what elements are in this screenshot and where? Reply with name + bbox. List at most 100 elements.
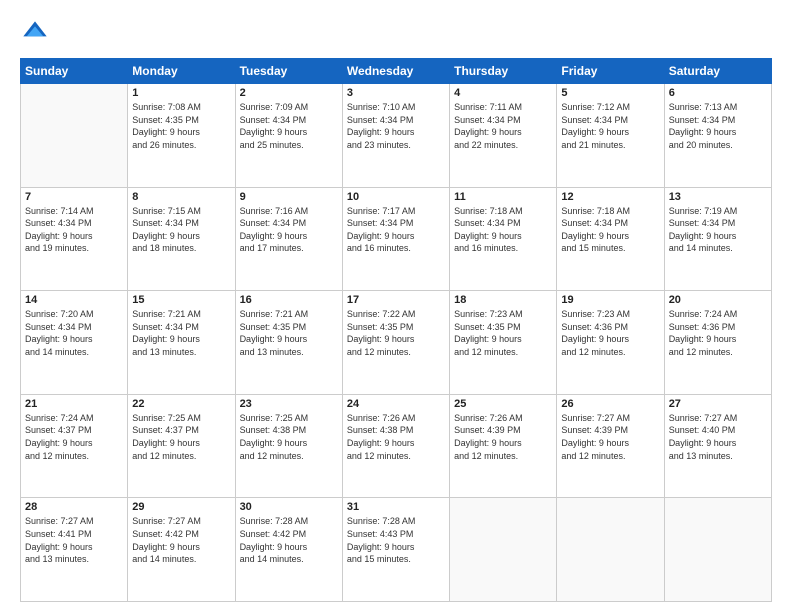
calendar-cell <box>557 498 664 602</box>
day-number: 1 <box>132 87 230 99</box>
calendar-week-row: 1 Sunrise: 7:08 AM Sunset: 4:35 PM Daylig… <box>21 84 772 188</box>
calendar-cell: 14 Sunrise: 7:20 AM Sunset: 4:34 PM Dayli… <box>21 291 128 395</box>
calendar-cell: 1 Sunrise: 7:08 AM Sunset: 4:35 PM Daylig… <box>128 84 235 188</box>
day-info: Sunrise: 7:25 AM Sunset: 4:37 PM Dayligh… <box>132 412 230 462</box>
day-info: Sunrise: 7:14 AM Sunset: 4:34 PM Dayligh… <box>25 205 123 255</box>
day-info: Sunrise: 7:09 AM Sunset: 4:34 PM Dayligh… <box>240 101 338 151</box>
day-number: 30 <box>240 501 338 513</box>
weekday-header-saturday: Saturday <box>664 59 771 84</box>
day-number: 10 <box>347 191 445 203</box>
day-info: Sunrise: 7:25 AM Sunset: 4:38 PM Dayligh… <box>240 412 338 462</box>
day-info: Sunrise: 7:28 AM Sunset: 4:42 PM Dayligh… <box>240 515 338 565</box>
header <box>20 18 772 48</box>
day-info: Sunrise: 7:21 AM Sunset: 4:34 PM Dayligh… <box>132 308 230 358</box>
calendar-table: SundayMondayTuesdayWednesdayThursdayFrid… <box>20 58 772 602</box>
day-number: 17 <box>347 294 445 306</box>
day-number: 25 <box>454 398 552 410</box>
day-info: Sunrise: 7:17 AM Sunset: 4:34 PM Dayligh… <box>347 205 445 255</box>
day-number: 6 <box>669 87 767 99</box>
calendar-cell: 20 Sunrise: 7:24 AM Sunset: 4:36 PM Dayli… <box>664 291 771 395</box>
day-number: 27 <box>669 398 767 410</box>
day-info: Sunrise: 7:18 AM Sunset: 4:34 PM Dayligh… <box>561 205 659 255</box>
day-number: 29 <box>132 501 230 513</box>
day-number: 4 <box>454 87 552 99</box>
day-number: 13 <box>669 191 767 203</box>
calendar-cell <box>450 498 557 602</box>
weekday-header-monday: Monday <box>128 59 235 84</box>
day-number: 31 <box>347 501 445 513</box>
day-info: Sunrise: 7:26 AM Sunset: 4:38 PM Dayligh… <box>347 412 445 462</box>
day-info: Sunrise: 7:20 AM Sunset: 4:34 PM Dayligh… <box>25 308 123 358</box>
day-number: 20 <box>669 294 767 306</box>
calendar-week-row: 28 Sunrise: 7:27 AM Sunset: 4:41 PM Dayli… <box>21 498 772 602</box>
day-info: Sunrise: 7:24 AM Sunset: 4:37 PM Dayligh… <box>25 412 123 462</box>
day-number: 3 <box>347 87 445 99</box>
day-info: Sunrise: 7:24 AM Sunset: 4:36 PM Dayligh… <box>669 308 767 358</box>
day-number: 15 <box>132 294 230 306</box>
day-number: 12 <box>561 191 659 203</box>
calendar-cell <box>21 84 128 188</box>
calendar-cell: 30 Sunrise: 7:28 AM Sunset: 4:42 PM Dayli… <box>235 498 342 602</box>
day-number: 16 <box>240 294 338 306</box>
day-info: Sunrise: 7:27 AM Sunset: 4:41 PM Dayligh… <box>25 515 123 565</box>
day-info: Sunrise: 7:27 AM Sunset: 4:40 PM Dayligh… <box>669 412 767 462</box>
day-info: Sunrise: 7:08 AM Sunset: 4:35 PM Dayligh… <box>132 101 230 151</box>
day-number: 21 <box>25 398 123 410</box>
calendar-cell: 21 Sunrise: 7:24 AM Sunset: 4:37 PM Dayli… <box>21 394 128 498</box>
day-info: Sunrise: 7:15 AM Sunset: 4:34 PM Dayligh… <box>132 205 230 255</box>
calendar-cell: 27 Sunrise: 7:27 AM Sunset: 4:40 PM Dayli… <box>664 394 771 498</box>
day-info: Sunrise: 7:27 AM Sunset: 4:42 PM Dayligh… <box>132 515 230 565</box>
day-number: 2 <box>240 87 338 99</box>
day-number: 19 <box>561 294 659 306</box>
calendar-cell: 19Sunrise: 7:23 AM Sunset: 4:36 PM Dayli… <box>557 291 664 395</box>
calendar-cell: 7 Sunrise: 7:14 AM Sunset: 4:34 PM Daylig… <box>21 187 128 291</box>
calendar-cell: 26 Sunrise: 7:27 AM Sunset: 4:39 PM Dayli… <box>557 394 664 498</box>
calendar-cell: 10 Sunrise: 7:17 AM Sunset: 4:34 PM Dayli… <box>342 187 449 291</box>
calendar-cell <box>664 498 771 602</box>
calendar-cell: 6 Sunrise: 7:13 AM Sunset: 4:34 PM Daylig… <box>664 84 771 188</box>
day-number: 23 <box>240 398 338 410</box>
calendar-cell: 22 Sunrise: 7:25 AM Sunset: 4:37 PM Dayli… <box>128 394 235 498</box>
weekday-header-tuesday: Tuesday <box>235 59 342 84</box>
calendar-cell: 12 Sunrise: 7:18 AM Sunset: 4:34 PM Dayli… <box>557 187 664 291</box>
weekday-header-sunday: Sunday <box>21 59 128 84</box>
day-number: 8 <box>132 191 230 203</box>
day-info: Sunrise: 7:26 AM Sunset: 4:39 PM Dayligh… <box>454 412 552 462</box>
calendar-cell: 13 Sunrise: 7:19 AM Sunset: 4:34 PM Dayli… <box>664 187 771 291</box>
logo <box>20 18 54 48</box>
day-info: Sunrise: 7:18 AM Sunset: 4:34 PM Dayligh… <box>454 205 552 255</box>
calendar-cell: 31 Sunrise: 7:28 AM Sunset: 4:43 PM Dayli… <box>342 498 449 602</box>
day-number: 18 <box>454 294 552 306</box>
day-info: Sunrise: 7:23 AM Sunset: 4:35 PM Dayligh… <box>454 308 552 358</box>
day-info: Sunrise: 7:22 AM Sunset: 4:35 PM Dayligh… <box>347 308 445 358</box>
calendar-week-row: 7 Sunrise: 7:14 AM Sunset: 4:34 PM Daylig… <box>21 187 772 291</box>
calendar-cell: 3 Sunrise: 7:10 AM Sunset: 4:34 PM Daylig… <box>342 84 449 188</box>
day-info: Sunrise: 7:16 AM Sunset: 4:34 PM Dayligh… <box>240 205 338 255</box>
page: SundayMondayTuesdayWednesdayThursdayFrid… <box>0 0 792 612</box>
calendar-cell: 29 Sunrise: 7:27 AM Sunset: 4:42 PM Dayli… <box>128 498 235 602</box>
day-number: 26 <box>561 398 659 410</box>
day-number: 28 <box>25 501 123 513</box>
day-info: Sunrise: 7:27 AM Sunset: 4:39 PM Dayligh… <box>561 412 659 462</box>
day-info: Sunrise: 7:21 AM Sunset: 4:35 PM Dayligh… <box>240 308 338 358</box>
day-info: Sunrise: 7:11 AM Sunset: 4:34 PM Dayligh… <box>454 101 552 151</box>
day-info: Sunrise: 7:28 AM Sunset: 4:43 PM Dayligh… <box>347 515 445 565</box>
day-info: Sunrise: 7:10 AM Sunset: 4:34 PM Dayligh… <box>347 101 445 151</box>
day-number: 24 <box>347 398 445 410</box>
day-info: Sunrise: 7:13 AM Sunset: 4:34 PM Dayligh… <box>669 101 767 151</box>
calendar-cell: 8 Sunrise: 7:15 AM Sunset: 4:34 PM Daylig… <box>128 187 235 291</box>
calendar-cell: 15 Sunrise: 7:21 AM Sunset: 4:34 PM Dayli… <box>128 291 235 395</box>
calendar-cell: 9 Sunrise: 7:16 AM Sunset: 4:34 PM Daylig… <box>235 187 342 291</box>
day-info: Sunrise: 7:19 AM Sunset: 4:34 PM Dayligh… <box>669 205 767 255</box>
logo-icon <box>20 18 50 48</box>
day-info: Sunrise: 7:12 AM Sunset: 4:34 PM Dayligh… <box>561 101 659 151</box>
weekday-header-friday: Friday <box>557 59 664 84</box>
day-number: 22 <box>132 398 230 410</box>
day-number: 7 <box>25 191 123 203</box>
calendar-cell: 16 Sunrise: 7:21 AM Sunset: 4:35 PM Dayli… <box>235 291 342 395</box>
weekday-header-wednesday: Wednesday <box>342 59 449 84</box>
calendar-cell: 5 Sunrise: 7:12 AM Sunset: 4:34 PM Daylig… <box>557 84 664 188</box>
day-number: 9 <box>240 191 338 203</box>
day-number: 5 <box>561 87 659 99</box>
day-number: 14 <box>25 294 123 306</box>
